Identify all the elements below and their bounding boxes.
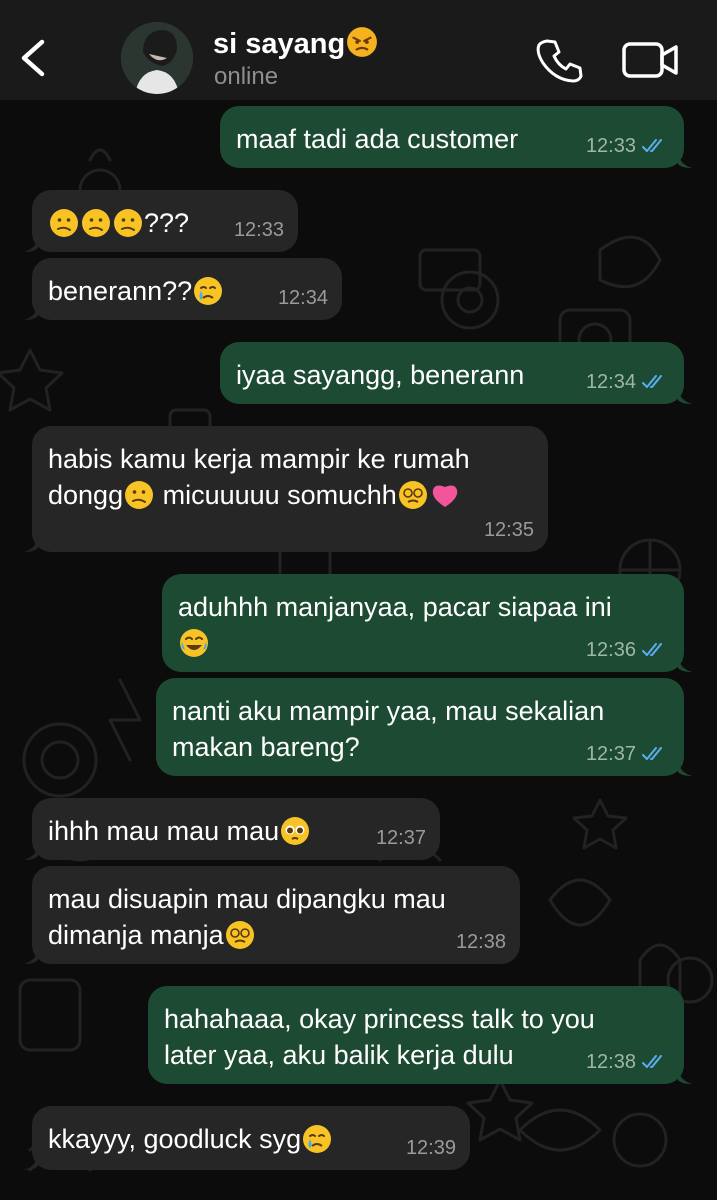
pink-heart-emoji bbox=[432, 485, 457, 507]
message-text: aduhhh manjanyaa, pacar siapaa ini bbox=[178, 592, 612, 622]
message-bubble-outgoing[interactable]: nanti aku mampir yaa, mau sekalian makan… bbox=[156, 678, 692, 776]
message-meta: 12:34 bbox=[278, 286, 328, 310]
double-check-icon bbox=[642, 1055, 662, 1068]
avatar-photo bbox=[121, 22, 193, 94]
message-time: 12:37 bbox=[585, 743, 636, 765]
message-text-line-2: dongg micuuuuu somuchh bbox=[48, 477, 532, 513]
message-text: micuuuuu somuchh bbox=[155, 480, 397, 510]
phone-icon bbox=[536, 39, 583, 83]
message-time: 12:38 bbox=[455, 931, 506, 953]
pleading-face-emoji bbox=[281, 817, 310, 845]
message-time: 12:39 bbox=[405, 1137, 456, 1159]
angry-face-emoji bbox=[347, 27, 378, 57]
message-bubble-incoming[interactable]: ??? 12:33 bbox=[24, 190, 298, 252]
message-time: 12:34 bbox=[277, 287, 328, 309]
dizzy-face-emoji bbox=[398, 481, 427, 509]
bubble-tail bbox=[678, 150, 692, 168]
message-bubble-outgoing[interactable]: maaf tadi ada customer 12:33 bbox=[220, 106, 692, 168]
crying-face-emoji bbox=[194, 277, 223, 305]
message-time: 12:33 bbox=[585, 135, 636, 157]
message-meta: 12:37 bbox=[376, 826, 426, 850]
message-text-line-1: nanti aku mampir yaa, mau sekalian bbox=[172, 696, 605, 726]
bubble-tail bbox=[678, 758, 692, 776]
message-text-line-1: hahahaaa, okay princess talk to you bbox=[164, 1004, 595, 1034]
message-text: dongg bbox=[48, 480, 124, 510]
confused-face-emoji bbox=[82, 209, 110, 237]
contact-name[interactable]: si sayang bbox=[213, 26, 379, 61]
confused-face-emoji bbox=[114, 209, 142, 237]
bubble-tail bbox=[678, 654, 692, 672]
dizzy-face-emoji bbox=[225, 921, 254, 949]
bubble-tail bbox=[24, 234, 38, 252]
message-meta: 12:36 bbox=[586, 638, 670, 662]
message-text-line-1: habis kamu kerja mampir ke rumah bbox=[48, 444, 470, 474]
bubble-tail bbox=[24, 842, 38, 860]
message-bubble-outgoing[interactable]: aduhhh manjanyaa, pacar siapaa ini 12:36 bbox=[162, 574, 692, 672]
message-meta: 12:39 bbox=[406, 1136, 456, 1160]
message-bubble-incoming[interactable]: habis kamu kerja mampir ke rumah dongg m… bbox=[24, 426, 548, 552]
bubble-tail bbox=[24, 302, 38, 320]
message-time: 12:36 bbox=[585, 639, 636, 661]
message-text: ihhh mau mau mau bbox=[48, 816, 280, 846]
bubble-tail bbox=[678, 1066, 692, 1084]
message-meta: 12:33 bbox=[234, 218, 284, 242]
message-bubble-incoming[interactable]: benerann?? 12:34 bbox=[24, 258, 342, 320]
tears-of-joy-face-emoji bbox=[180, 629, 208, 657]
message-text: benerann?? bbox=[48, 276, 193, 306]
message-meta: 12:34 bbox=[586, 370, 670, 394]
crying-face-emoji bbox=[303, 1125, 332, 1153]
chat-screen: si sayang online maaf tadi ada customer … bbox=[0, 0, 717, 1200]
message-time: 12:34 bbox=[585, 371, 636, 393]
message-bubble-incoming[interactable]: kkayyy, goodluck syg 12:39 bbox=[24, 1106, 470, 1170]
bubble-tail bbox=[24, 946, 38, 964]
message-text-line-2: dimanja manja bbox=[48, 917, 504, 953]
message-time: 12:35 bbox=[483, 519, 534, 541]
message-bubble-incoming[interactable]: mau disuapin mau dipangku mau dimanja ma… bbox=[24, 866, 520, 964]
message-meta: 12:38 bbox=[586, 1050, 670, 1074]
message-text-line-1: mau disuapin mau dipangku mau bbox=[48, 884, 446, 914]
confused-face-emoji bbox=[50, 209, 78, 237]
message-text: dimanja manja bbox=[48, 920, 224, 950]
message-bubble-outgoing[interactable]: iyaa sayangg, benerann 12:34 bbox=[220, 342, 692, 404]
bubble-tail bbox=[678, 386, 692, 404]
chat-header: si sayang online bbox=[0, 0, 717, 100]
voice-call-button[interactable] bbox=[536, 36, 584, 84]
back-button[interactable] bbox=[14, 34, 54, 82]
message-time: 12:37 bbox=[375, 827, 426, 849]
contact-avatar[interactable] bbox=[121, 22, 193, 94]
message-text-row: kkayyy, goodluck syg bbox=[48, 1121, 454, 1157]
message-time: 12:38 bbox=[585, 1051, 636, 1073]
bubble-tail bbox=[24, 534, 38, 552]
message-bubble-incoming[interactable]: ihhh mau mau mau 12:37 bbox=[24, 798, 440, 860]
video-camera-icon bbox=[622, 42, 678, 78]
double-check-icon bbox=[642, 747, 662, 760]
message-text-row: ihhh mau mau mau bbox=[48, 813, 424, 849]
video-call-button[interactable] bbox=[621, 40, 681, 80]
message-meta: 12:38 bbox=[456, 930, 506, 954]
message-text: kkayyy, goodluck syg bbox=[48, 1124, 302, 1154]
message-text: ??? bbox=[144, 208, 190, 238]
message-meta: 12:33 bbox=[586, 134, 670, 158]
contact-name-text: si sayang bbox=[213, 28, 346, 60]
double-check-icon bbox=[642, 139, 662, 152]
double-check-icon bbox=[642, 643, 662, 656]
double-check-icon bbox=[642, 375, 662, 388]
confused-face-emoji bbox=[125, 481, 154, 509]
contact-status: online bbox=[214, 63, 279, 90]
message-meta: 12:37 bbox=[586, 742, 670, 766]
bubble-tail bbox=[24, 1152, 38, 1170]
message-bubble-outgoing[interactable]: hahahaaa, okay princess talk to you late… bbox=[148, 986, 692, 1084]
chevron-left-icon bbox=[21, 39, 45, 77]
message-meta: 12:35 bbox=[484, 518, 534, 542]
message-time: 12:33 bbox=[233, 219, 284, 241]
